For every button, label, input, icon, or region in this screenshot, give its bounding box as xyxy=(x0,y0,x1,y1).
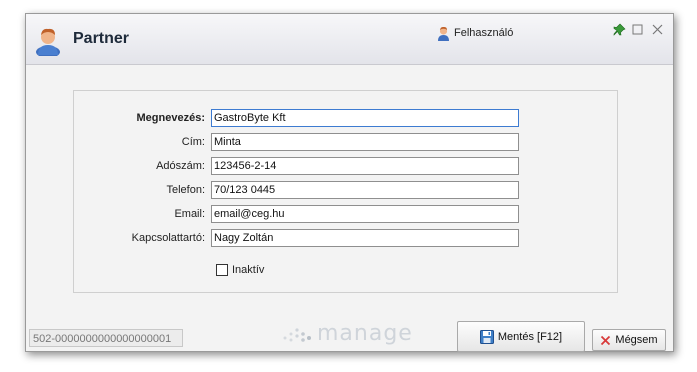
tax-number-label: Adószám: xyxy=(156,160,205,172)
cancel-button-label: Mégsem xyxy=(615,334,658,346)
close-icon xyxy=(652,24,662,34)
red-x-icon xyxy=(601,335,611,345)
name-label: Megnevezés: xyxy=(136,112,205,124)
record-id-field: 502-0000000000000000001 xyxy=(29,329,183,347)
pin-button[interactable] xyxy=(612,22,626,36)
phone-input[interactable]: 70/123 0445 xyxy=(211,181,519,199)
user-avatar-icon xyxy=(438,26,449,41)
manage-logo: manage xyxy=(279,319,413,347)
save-button-label: Mentés [F12] xyxy=(497,330,563,343)
inactive-label: Inaktív xyxy=(232,264,265,276)
cancel-button[interactable]: Mégsem xyxy=(592,329,666,351)
logo-dots-icon xyxy=(283,328,311,342)
floppy-disk-icon xyxy=(479,329,494,344)
partner-dialog: Partner Felhasználó Megnevezés: GastroBy… xyxy=(25,13,674,352)
inactive-checkbox-wrap[interactable]: Inaktív xyxy=(216,264,264,276)
current-user[interactable]: Felhasználó xyxy=(437,25,513,41)
partner-form: Megnevezés: GastroByte Kft Cím: Minta Ad… xyxy=(73,90,618,293)
name-input[interactable]: GastroByte Kft xyxy=(211,109,519,127)
maximize-button[interactable] xyxy=(630,22,644,36)
pin-icon xyxy=(613,23,626,36)
phone-label: Telefon: xyxy=(166,184,205,196)
inactive-checkbox[interactable] xyxy=(216,264,228,276)
address-row: Cím: Minta xyxy=(74,133,617,153)
logo-text: manage xyxy=(317,320,413,346)
address-input[interactable]: Minta xyxy=(211,133,519,151)
phone-row: Telefon: 70/123 0445 xyxy=(74,181,617,201)
window-title: Partner xyxy=(73,30,130,47)
email-row: Email: email@ceg.hu xyxy=(74,205,617,225)
contact-person-row: Kapcsolattartó: Nagy Zoltán xyxy=(74,229,617,249)
save-button[interactable]: Mentés [F12] xyxy=(457,321,585,352)
email-label: Email: xyxy=(174,208,205,220)
tax-number-input[interactable]: 123456-2-14 xyxy=(211,157,519,175)
email-input[interactable]: email@ceg.hu xyxy=(211,205,519,223)
user-avatar-icon xyxy=(36,28,60,56)
address-label: Cím: xyxy=(181,136,205,148)
name-row: Megnevezés: GastroByte Kft xyxy=(74,109,617,129)
maximize-icon xyxy=(632,24,642,34)
tax-number-row: Adószám: 123456-2-14 xyxy=(74,157,617,177)
title-bar: Partner Felhasználó xyxy=(26,14,673,65)
user-name: Felhasználó xyxy=(454,27,514,39)
close-button[interactable] xyxy=(650,22,664,36)
contact-person-label: Kapcsolattartó: xyxy=(131,232,205,244)
contact-person-input[interactable]: Nagy Zoltán xyxy=(211,229,519,247)
